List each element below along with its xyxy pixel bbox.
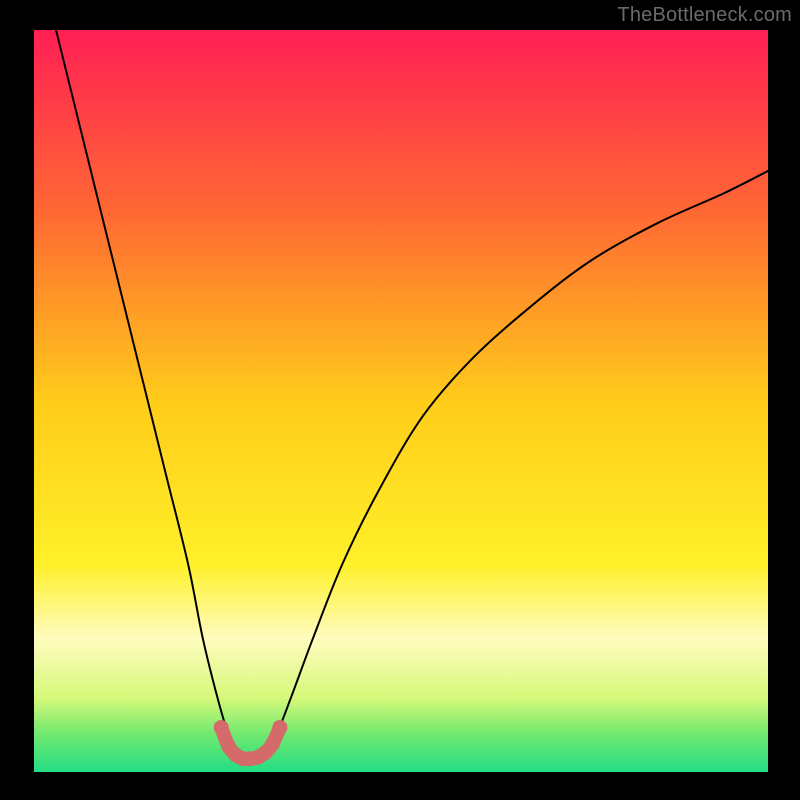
valley-dot: [214, 720, 229, 735]
valley-dot: [265, 736, 280, 751]
valley-dot: [272, 720, 287, 735]
chart-frame: TheBottleneck.com: [0, 0, 800, 800]
bottleneck-chart: [0, 0, 800, 800]
plot-background: [34, 30, 768, 772]
